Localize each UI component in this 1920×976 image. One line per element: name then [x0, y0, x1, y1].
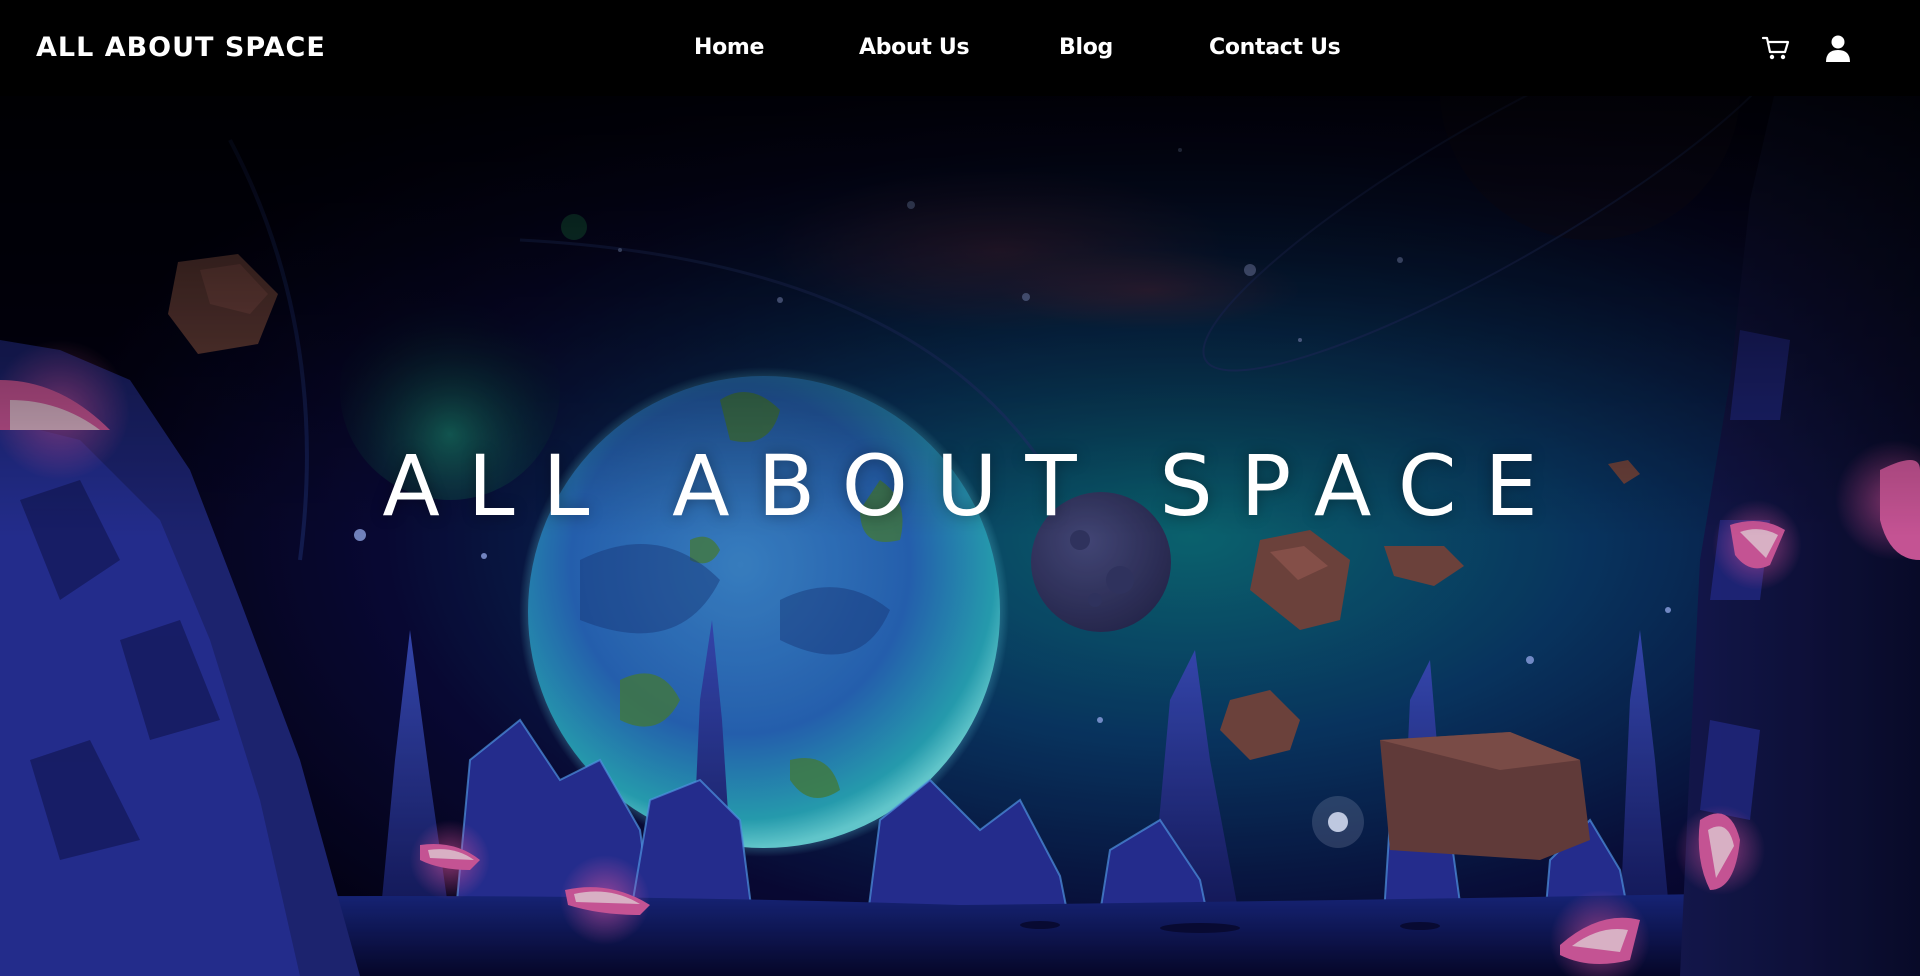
- nav-link-home[interactable]: Home: [694, 30, 764, 66]
- nav-link-contact-us[interactable]: Contact Us: [1209, 30, 1341, 66]
- cart-icon: [1761, 36, 1790, 60]
- account-button[interactable]: [1820, 30, 1856, 66]
- main-nav: Home About Us Blog Contact Us: [0, 30, 1920, 66]
- page: ALL ABOUT SPACE Home About Us Blog Conta…: [0, 0, 1920, 976]
- cart-button[interactable]: [1758, 30, 1794, 66]
- top-navbar: ALL ABOUT SPACE Home About Us Blog Conta…: [0, 0, 1920, 96]
- user-icon: [1826, 35, 1850, 62]
- nav-link-blog[interactable]: Blog: [1059, 30, 1113, 66]
- hero-title: ALL ABOUT SPACE: [382, 437, 1566, 535]
- nav-link-about-us[interactable]: About Us: [859, 30, 970, 66]
